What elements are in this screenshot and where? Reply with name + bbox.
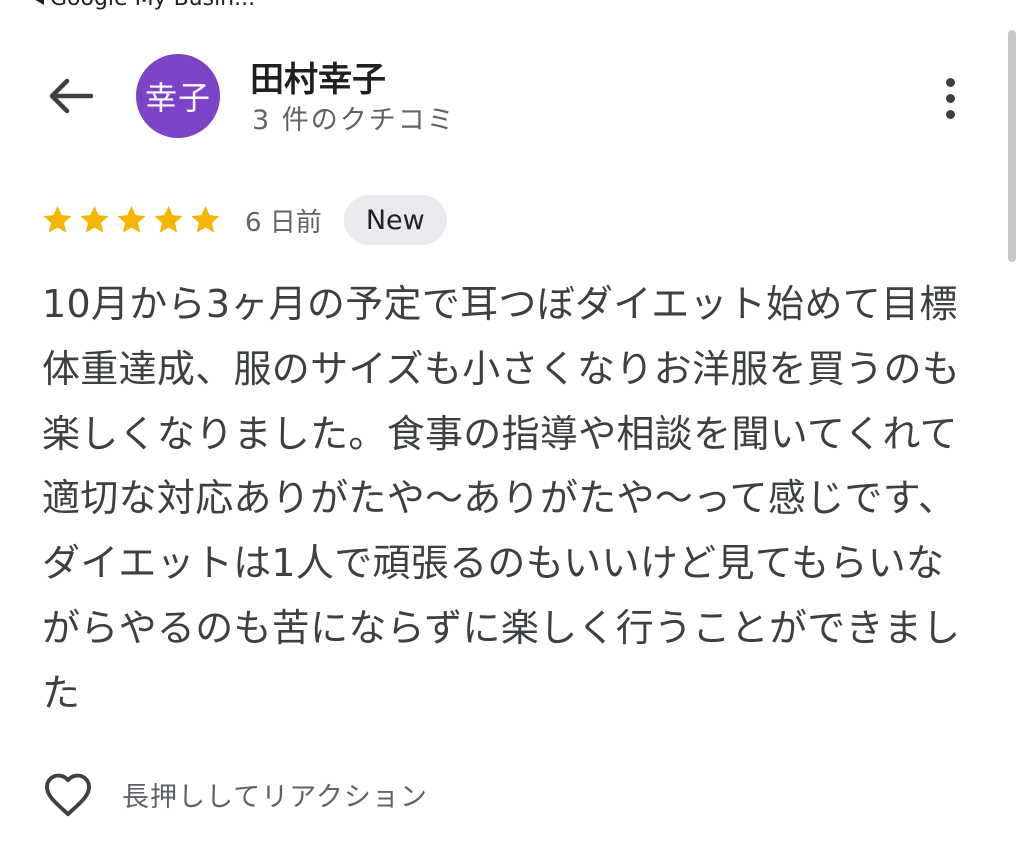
more-options-button[interactable] (930, 70, 970, 126)
reaction-button[interactable] (40, 766, 96, 822)
avatar[interactable]: 幸子 (136, 54, 220, 138)
back-triangle-icon (32, 0, 44, 5)
status-bar-back-label: Google My Busin... (50, 0, 255, 11)
review-count: 3 件のクチコミ (252, 105, 456, 136)
review-detail-page: Google My Busin... 幸子 田村幸子 3 件のクチコミ 6 日前… (0, 0, 1024, 854)
star-icon (191, 206, 220, 233)
star-icon (80, 206, 109, 233)
review-text: 10月から3ヶ月の予定で耳つぼダイエット始めて目標体重達成、服のサイズも小さくな… (42, 282, 961, 715)
reviewer-header: 幸子 田村幸子 3 件のクチコミ (0, 40, 1024, 150)
new-badge: New (343, 195, 447, 245)
more-vert-icon-dot (945, 109, 955, 119)
status-bar-back-link[interactable]: Google My Busin... (32, 0, 255, 11)
back-button[interactable] (40, 68, 100, 124)
star-icon (43, 206, 72, 233)
star-rating (40, 203, 223, 237)
star-icon (117, 206, 146, 233)
reaction-row: 長押ししてリアクション (40, 762, 428, 826)
review-date: 6 日前 (245, 207, 322, 238)
more-vert-icon (945, 77, 955, 87)
reaction-hint: 長押ししてリアクション (122, 781, 428, 813)
review-meta: 6 日前 New (40, 192, 447, 248)
heart-outline-icon (45, 773, 91, 817)
star-icon (154, 206, 183, 233)
arrow-left-icon (49, 78, 93, 114)
reviewer-name[interactable]: 田村幸子 (250, 52, 386, 101)
more-vert-icon-dot (945, 93, 955, 103)
avatar-initials: 幸子 (144, 79, 211, 117)
